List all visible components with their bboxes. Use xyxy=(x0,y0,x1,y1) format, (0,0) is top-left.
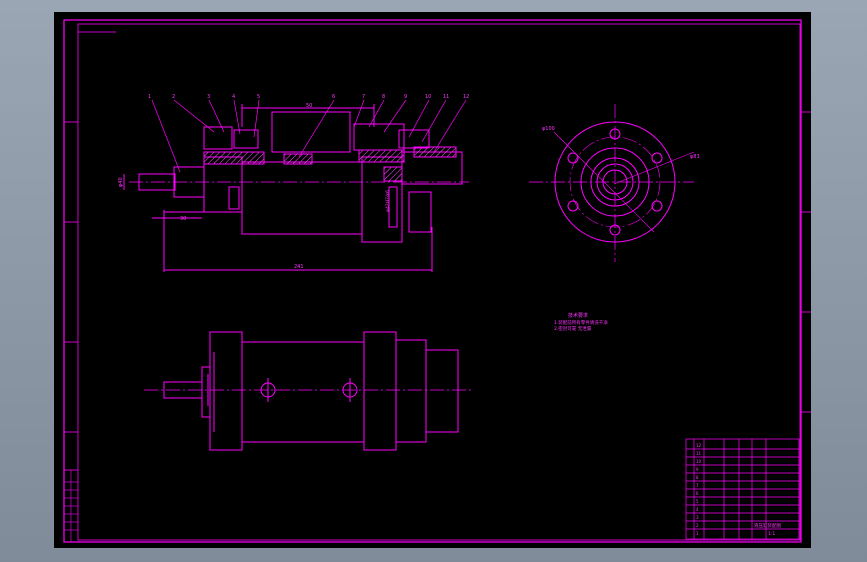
dim-left-height: φ40 xyxy=(118,177,124,187)
dim-phi-100: φ100 xyxy=(542,126,555,132)
tb-row-3: 10 xyxy=(696,459,702,464)
tb-row-10: 3 xyxy=(696,515,699,520)
tb-row-6: 7 xyxy=(696,483,699,488)
dim-overall-length: 241 xyxy=(294,264,304,270)
tb-row-9: 4 xyxy=(696,507,699,512)
tb-row-5: 8 xyxy=(696,475,699,480)
front-section-view xyxy=(123,104,469,272)
balloon-12: 12 xyxy=(463,94,469,100)
tb-row-8: 5 xyxy=(696,499,699,504)
note-line-1: 1.装配前所有零件清洗干净 xyxy=(554,319,608,326)
balloon-10: 10 xyxy=(425,94,431,100)
tb-drawing-name: 液压缸装配图 xyxy=(754,522,781,529)
tb-row-12: 1 xyxy=(696,531,699,536)
balloon-3: 3 xyxy=(207,94,210,100)
tb-row-7: 6 xyxy=(696,491,699,496)
dim-top-width: 50 xyxy=(306,103,312,109)
cad-drawing: 1 2 3 4 5 6 7 8 9 10 11 12 50 φ40 30 241… xyxy=(63,19,811,543)
drawing-sheet: 1 2 3 4 5 6 7 8 9 10 11 12 50 φ40 30 241… xyxy=(54,12,811,548)
dim-phi-83: φ83 xyxy=(690,154,700,160)
plan-view xyxy=(144,331,474,451)
balloon-5: 5 xyxy=(257,94,260,100)
balloon-1: 1 xyxy=(148,94,151,100)
left-margin-grid xyxy=(64,470,78,542)
tb-row-2: 11 xyxy=(696,451,702,456)
title-block xyxy=(685,438,800,540)
balloon-9: 9 xyxy=(404,94,407,100)
balloon-labels: 1 2 3 4 5 6 7 8 9 10 11 12 xyxy=(148,94,469,100)
dim-fit-label: φ42H7/k6 xyxy=(385,190,391,212)
tb-scale: 1:1 xyxy=(768,531,775,537)
balloon-11: 11 xyxy=(443,94,449,100)
technical-notes: 技术要求 1.装配前所有零件清洗干净 2.密封可靠 无泄漏 xyxy=(554,312,608,332)
balloon-7: 7 xyxy=(362,94,365,100)
dim-shaft-length: 30 xyxy=(180,216,186,222)
tb-row-4: 9 xyxy=(696,467,699,472)
notes-heading: 技术要求 xyxy=(568,312,588,319)
tb-row-11: 2 xyxy=(696,523,699,528)
balloon-4: 4 xyxy=(232,94,235,100)
balloon-8: 8 xyxy=(382,94,385,100)
tb-row-1: 12 xyxy=(696,443,702,448)
balloon-6: 6 xyxy=(332,94,335,100)
note-line-2: 2.密封可靠 无泄漏 xyxy=(554,325,592,332)
balloon-2: 2 xyxy=(172,94,175,100)
